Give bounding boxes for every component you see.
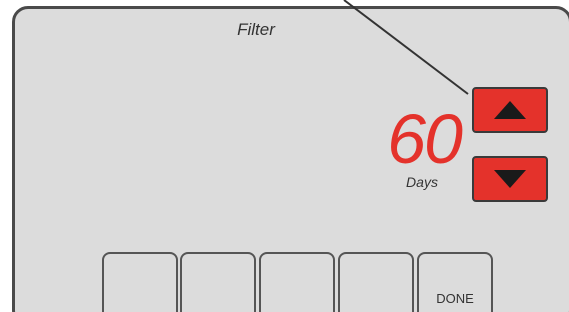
soft-key-row: DONE <box>102 252 498 312</box>
days-unit-label: Days <box>406 174 438 190</box>
arrow-up-icon <box>494 101 526 119</box>
soft-key-2[interactable] <box>180 252 256 312</box>
decrease-button[interactable] <box>472 156 548 202</box>
done-button-label: DONE <box>436 291 474 306</box>
soft-key-4[interactable] <box>338 252 414 312</box>
filter-days-value: 60 <box>387 100 463 178</box>
mode-title: Filter <box>237 20 275 39</box>
thermostat-display: Filter 60 Days DONE <box>0 0 569 312</box>
done-button[interactable]: DONE <box>417 252 493 312</box>
soft-key-3[interactable] <box>259 252 335 312</box>
soft-key-1[interactable] <box>102 252 178 312</box>
increase-button[interactable] <box>472 87 548 133</box>
arrow-down-icon <box>494 170 526 188</box>
